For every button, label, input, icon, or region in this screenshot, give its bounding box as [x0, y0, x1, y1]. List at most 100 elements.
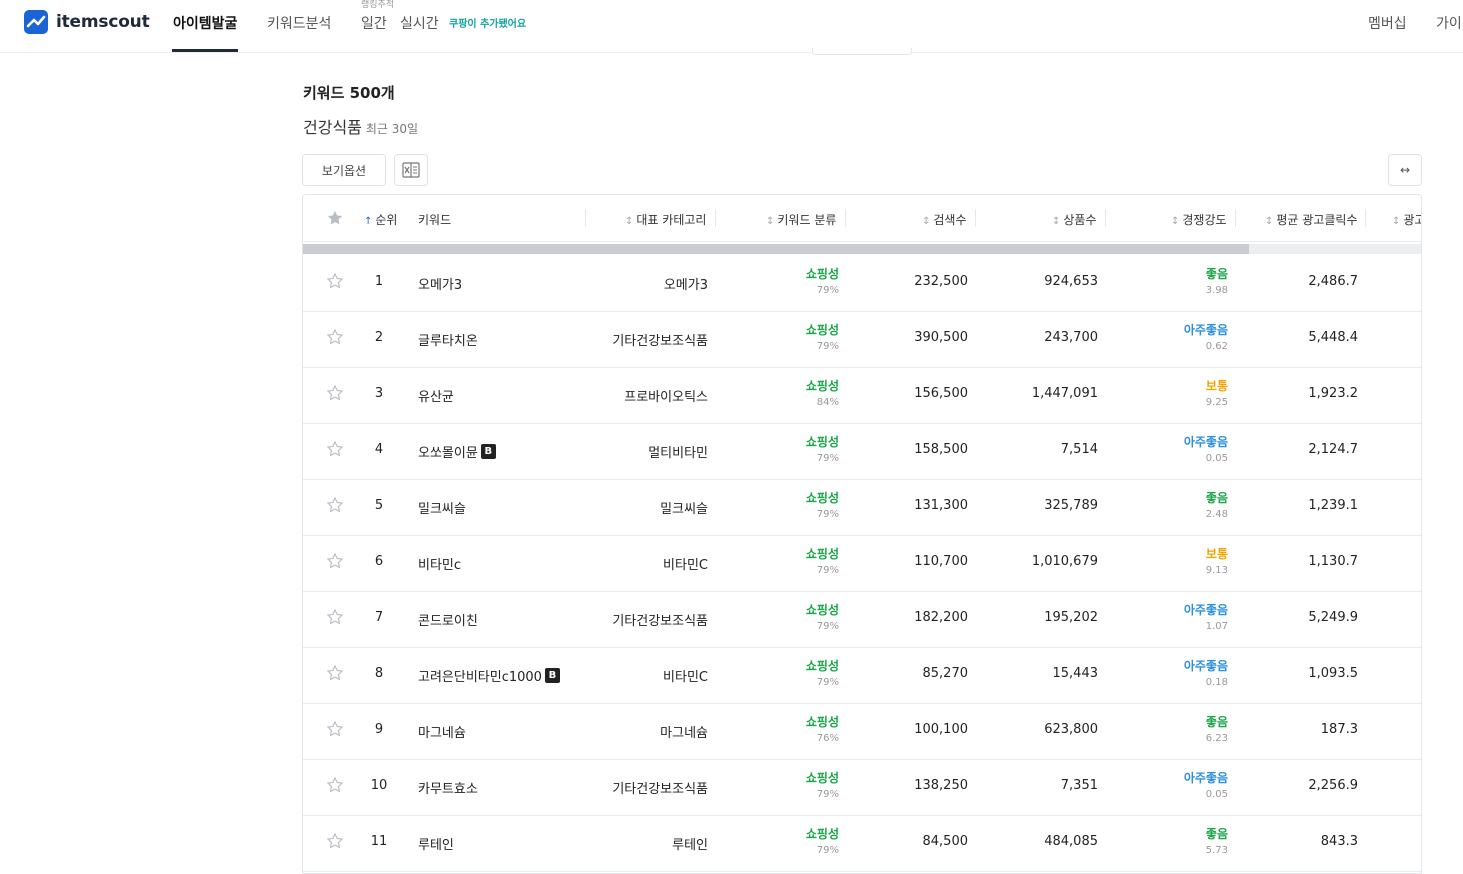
- keyword-type-label: 쇼핑성: [805, 491, 839, 505]
- table-row[interactable]: 7 콘드로이친 기타건강보조식품 쇼핑성 79% 182,200 195,202 아주좋음 1.…: [303, 592, 1421, 648]
- keyword-type-percent: 79%: [816, 453, 839, 464]
- favorite-star-icon[interactable]: [326, 328, 344, 346]
- column-header-rank[interactable]: ↑ 순위: [364, 211, 397, 228]
- competition-cell: 아주좋음 0.05: [1128, 769, 1228, 800]
- keyword-text[interactable]: 고려은단비타민c1000: [418, 666, 542, 685]
- favorite-star-icon[interactable]: [326, 552, 344, 570]
- favorite-star-icon[interactable]: [326, 496, 344, 514]
- table-row[interactable]: 6 비타민c 비타민C 쇼핑성 79% 110,700 1,010,679 보통 9.13 1,1…: [303, 536, 1421, 592]
- table-row[interactable]: 3 유산균 프로바이오틱스 쇼핑성 84% 156,500 1,447,091 보통 9.25 1…: [303, 368, 1421, 424]
- column-divider[interactable]: [1365, 209, 1366, 227]
- favorite-star-icon[interactable]: [326, 608, 344, 626]
- scrollbar-thumb[interactable]: [303, 244, 1249, 254]
- column-header-search[interactable]: ↕ 검색수: [922, 211, 967, 228]
- keyword-cell[interactable]: 유산균: [418, 386, 454, 405]
- avg-click-cell: 2,256.9: [1308, 778, 1358, 793]
- favorite-star-icon[interactable]: [326, 776, 344, 794]
- keyword-cell[interactable]: 콘드로이친: [418, 610, 478, 629]
- keyword-cell[interactable]: 고려은단비타민c1000 B: [418, 666, 560, 685]
- keyword-cell[interactable]: 글루타치온: [418, 330, 478, 349]
- column-header-avg-click[interactable]: ↕ 평균 광고클릭수: [1265, 211, 1358, 228]
- nav-item-membership[interactable]: 멤버십: [1368, 13, 1407, 33]
- table-row[interactable]: 1 오메가3 오메가3 쇼핑성 79% 232,500 924,653 좋음 3.98 2,486…: [303, 256, 1421, 312]
- keyword-text[interactable]: 카무트효소: [418, 778, 478, 797]
- rank-cell: 7: [374, 610, 384, 625]
- column-divider[interactable]: [715, 209, 716, 227]
- favorite-star-icon[interactable]: [326, 664, 344, 682]
- keyword-text[interactable]: 오쏘몰이뮨: [418, 442, 478, 461]
- nav-item-discovery[interactable]: 아이템발굴: [173, 13, 237, 33]
- table-row[interactable]: 8 고려은단비타민c1000 B 비타민C 쇼핑성 79% 85,270 15,443 아주좋음…: [303, 648, 1421, 704]
- column-divider[interactable]: [1105, 209, 1106, 227]
- keyword-text[interactable]: 콘드로이친: [418, 610, 478, 629]
- expand-table-button[interactable]: ↔: [1388, 154, 1422, 186]
- column-header-category[interactable]: ↕ 대표 카테고리: [625, 211, 706, 228]
- table-row[interactable]: 4 오쏘몰이뮨 B 멀티비타민 쇼핑성 79% 158,500 7,514 아주좋음 0.05 2,…: [303, 424, 1421, 480]
- competition-label: 아주좋음: [1183, 435, 1228, 449]
- keyword-text[interactable]: 글루타치온: [418, 330, 478, 349]
- keyword-cell[interactable]: 루테인: [418, 834, 454, 853]
- keyword-cell[interactable]: 비타민c: [418, 554, 461, 573]
- category-cell: 밀크씨슬: [660, 502, 708, 517]
- keyword-text[interactable]: 루테인: [418, 834, 454, 853]
- product-count-cell: 484,085: [1044, 834, 1098, 849]
- keyword-type-cell: 쇼핑성 79%: [765, 433, 839, 464]
- column-divider[interactable]: [1235, 209, 1236, 227]
- keyword-text[interactable]: 오메가3: [418, 274, 462, 293]
- table-row[interactable]: 11 루테인 루테인 쇼핑성 79% 84,500 484,085 좋음 5.73 843.3: [303, 816, 1421, 872]
- table-row[interactable]: 9 마그네슘 마그네슘 쇼핑성 76% 100,100 623,800 좋음 6.23 187.3: [303, 704, 1421, 760]
- search-count-cell: 138,250: [914, 778, 968, 793]
- table-row[interactable]: 10 카무트효소 기타건강보조식품 쇼핑성 79% 138,250 7,351 아주좋음 0.0…: [303, 760, 1421, 816]
- view-options-button[interactable]: 보기옵션: [302, 154, 386, 186]
- keyword-text[interactable]: 비타민c: [418, 554, 461, 573]
- horizontal-scrollbar[interactable]: [303, 244, 1421, 254]
- nav-item-keyword-analysis[interactable]: 키워드분석: [267, 13, 331, 33]
- avg-click-cell: 1,130.7: [1308, 554, 1358, 569]
- sort-icon: ↕: [1265, 216, 1274, 227]
- column-header-keyword[interactable]: 키워드: [418, 211, 451, 228]
- keyword-cell[interactable]: 밀크씨슬: [418, 498, 466, 517]
- favorite-star-icon[interactable]: [326, 720, 344, 738]
- excel-download-button[interactable]: [394, 154, 428, 186]
- keyword-cell[interactable]: 오메가3: [418, 274, 462, 293]
- column-header-ad[interactable]: ↕광고: [1392, 211, 1421, 228]
- keyword-cell[interactable]: 오쏘몰이뮨 B: [418, 442, 496, 461]
- keyword-cell[interactable]: 마그네슘: [418, 722, 466, 741]
- table-row[interactable]: 2 글루타치온 기타건강보조식품 쇼핑성 79% 390,500 243,700 아주좋음 0.…: [303, 312, 1421, 368]
- favorite-star-icon[interactable]: [326, 272, 344, 290]
- logo[interactable]: itemscout: [24, 10, 150, 34]
- category-cell: 오메가3: [663, 278, 708, 293]
- column-header-products[interactable]: ↕ 상품수: [1052, 211, 1097, 228]
- keyword-text[interactable]: 밀크씨슬: [418, 498, 466, 517]
- favorite-star-icon[interactable]: [326, 440, 344, 458]
- column-divider[interactable]: [585, 209, 586, 227]
- column-divider[interactable]: [975, 209, 976, 227]
- nav-item-daily[interactable]: 일간: [361, 13, 387, 33]
- column-header-type[interactable]: ↕ 키워드 분류: [766, 211, 836, 228]
- period-label: 최근 30일: [365, 122, 419, 136]
- competition-score: 1.07: [1205, 621, 1228, 632]
- competition-label: 아주좋음: [1183, 659, 1228, 673]
- favorite-star-icon[interactable]: [326, 832, 344, 850]
- category-cell: 비타민C: [663, 558, 708, 573]
- nav-item-guide[interactable]: 가이: [1436, 13, 1462, 33]
- column-divider[interactable]: [845, 209, 846, 227]
- nav-item-realtime[interactable]: 실시간: [400, 13, 439, 33]
- keyword-text[interactable]: 유산균: [418, 386, 454, 405]
- keyword-type-label: 쇼핑성: [805, 379, 839, 393]
- table-row[interactable]: 5 밀크씨슬 밀크씨슬 쇼핑성 79% 131,300 325,789 좋음 2.48 1,239…: [303, 480, 1421, 536]
- avg-click-cell: 5,448.4: [1308, 330, 1358, 345]
- favorite-all-star-icon[interactable]: [326, 209, 344, 227]
- competition-cell: 아주좋음 0.62: [1128, 321, 1228, 352]
- favorite-star-icon[interactable]: [326, 384, 344, 402]
- avg-click-cell: 2,124.7: [1308, 442, 1358, 457]
- keyword-text[interactable]: 마그네슘: [418, 722, 466, 741]
- column-header-competition[interactable]: ↕ 경쟁강도: [1171, 211, 1227, 228]
- search-count-cell: 100,100: [914, 722, 968, 737]
- keyword-cell[interactable]: 카무트효소: [418, 778, 478, 797]
- keyword-type-percent: 84%: [816, 397, 839, 408]
- keyword-type-label: 쇼핑성: [805, 435, 839, 449]
- keyword-table: ↑ 순위 키워드 ↕ 대표 카테고리 ↕ 키워드 분류 ↕ 검색수 ↕ 상품수 ↕ 경쟁강도…: [302, 194, 1422, 874]
- search-count-cell: 182,200: [914, 610, 968, 625]
- rank-cell: 9: [374, 722, 384, 737]
